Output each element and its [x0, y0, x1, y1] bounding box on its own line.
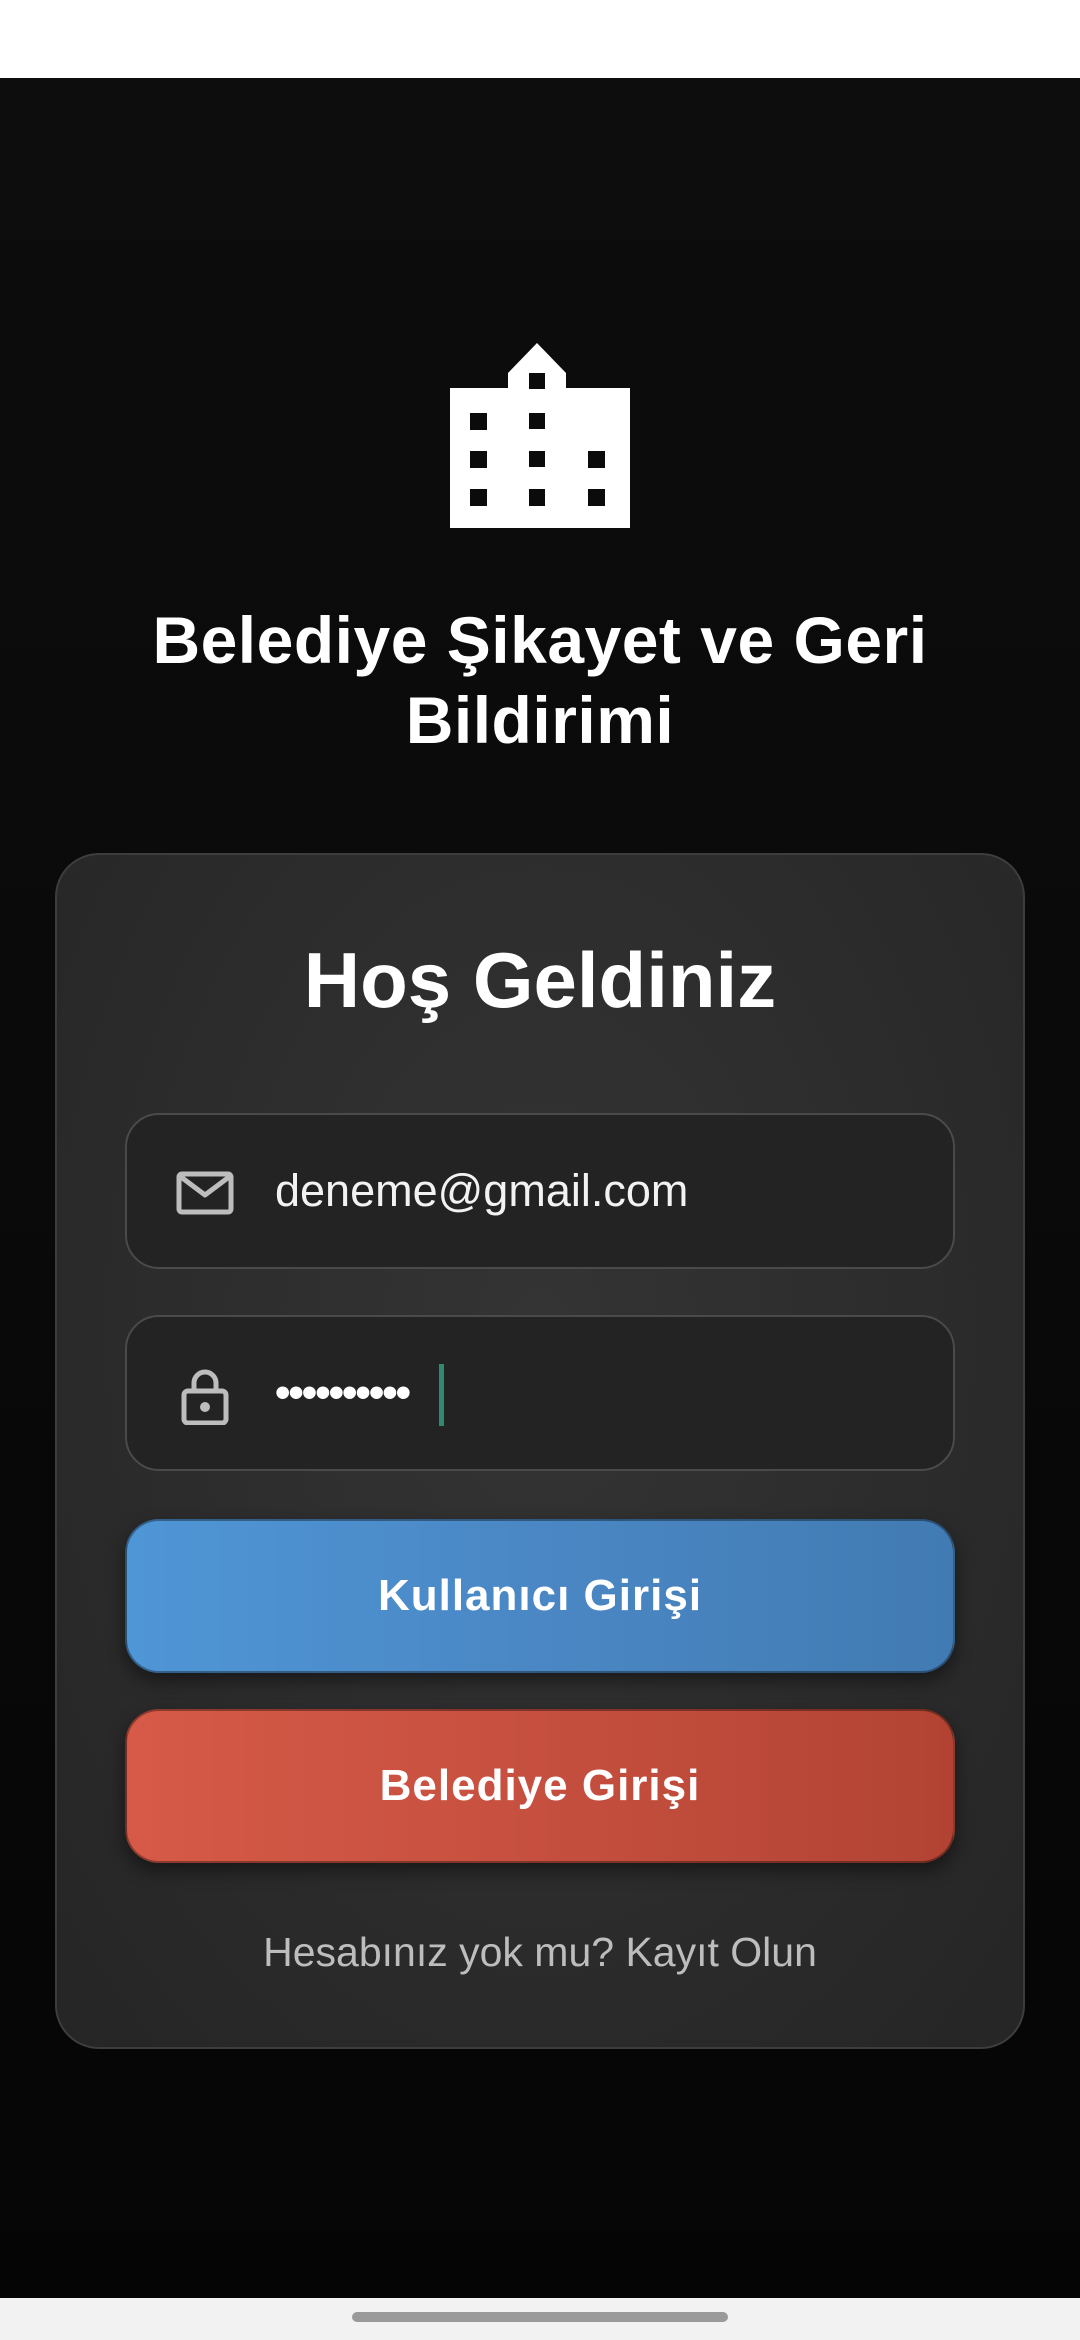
register-link[interactable]: Hesabınız yok mu? Kayıt Olun — [0, 1922, 1080, 1982]
navigation-bar — [0, 2298, 1080, 2340]
home-indicator[interactable] — [352, 2312, 728, 2322]
text-caret — [439, 1364, 444, 1426]
status-bar — [0, 0, 1080, 78]
app-title-line2: Bildirimi — [405, 683, 675, 757]
mail-icon — [176, 1171, 234, 1215]
password-field[interactable]: •••••••••• — [125, 1315, 955, 1471]
lock-icon — [181, 1369, 229, 1425]
password-value: •••••••••• — [275, 1368, 411, 1417]
app-title: Belediye Şikayet ve Geri Bildirimi — [90, 600, 990, 760]
building-icon — [450, 343, 630, 528]
municipality-login-button[interactable]: Belediye Girişi — [125, 1709, 955, 1863]
email-field[interactable]: deneme@gmail.com — [125, 1113, 955, 1269]
user-login-button[interactable]: Kullanıcı Girişi — [125, 1519, 955, 1673]
email-value: deneme@gmail.com — [275, 1165, 689, 1216]
app-title-line1: Belediye Şikayet ve Geri — [152, 603, 928, 677]
welcome-heading: Hoş Geldiniz — [303, 936, 777, 1024]
